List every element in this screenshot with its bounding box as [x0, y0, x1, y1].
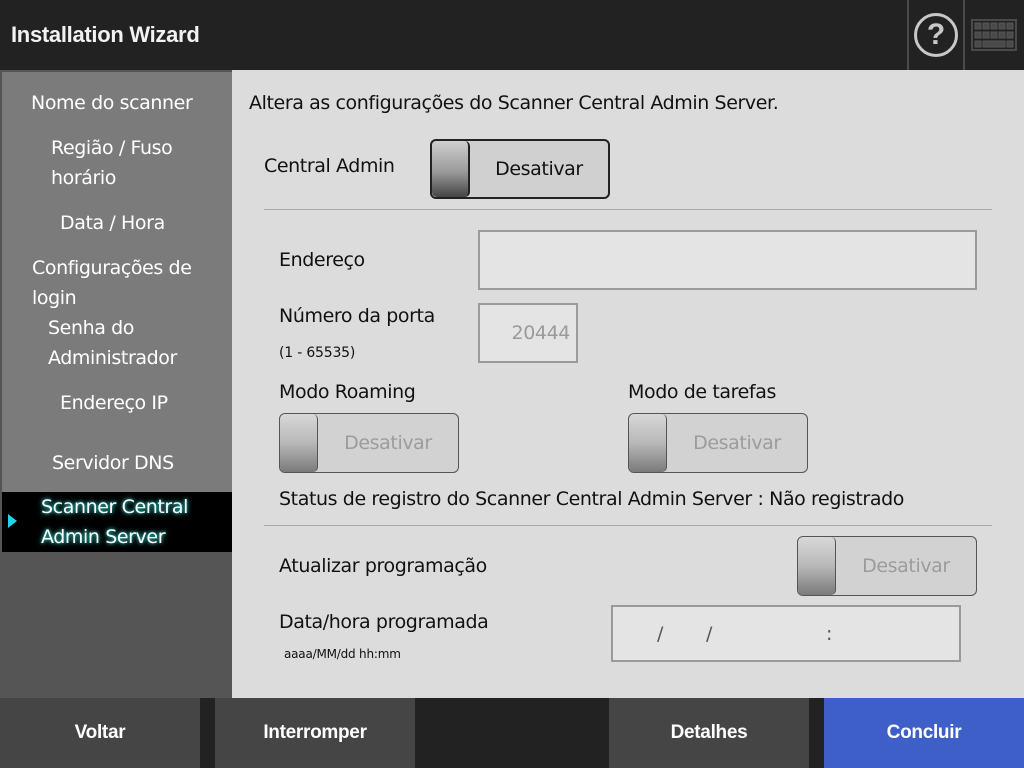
central-admin-toggle[interactable]: Desativar [430, 139, 610, 199]
port-value: 20444 [511, 322, 571, 344]
help-button[interactable]: ? [907, 0, 965, 70]
section-divider [264, 525, 992, 526]
sidebar-item-label: Configurações de [32, 257, 192, 279]
toggle-state-label: Desativar [862, 555, 950, 577]
keyboard-button[interactable] [965, 0, 1023, 70]
main-panel: Altera as configurações do Scanner Centr… [232, 70, 1024, 698]
port-range-hint: (1 - 65535) [279, 345, 356, 361]
sidebar-item-label: Região / Fuso [51, 137, 173, 159]
toggle-state-label: Desativar [495, 158, 583, 180]
sidebar-item-admin-password[interactable]: Senha do Administrador [48, 313, 177, 373]
sidebar-steps: Nome do scanner Região / Fuso horário Dat… [2, 72, 232, 492]
sidebar-item-label: Data / Hora [60, 212, 165, 234]
registration-status-label: Status de registro do Scanner Central Ad… [279, 488, 752, 510]
scheduled-datetime-input[interactable]: / / : [611, 605, 961, 662]
sidebar-item-label-line2: Administrador [48, 347, 177, 369]
port-label: Número da porta [279, 305, 435, 327]
details-button[interactable]: Detalhes [609, 698, 809, 768]
address-input[interactable] [478, 230, 977, 290]
sidebar-item-label-wrap: Scanner Central Admin Server [41, 492, 188, 552]
sidebar-item-label: Nome do scanner [31, 92, 193, 114]
title-bar: Installation Wizard ? [0, 0, 1024, 70]
window-title: Installation Wizard [11, 22, 200, 47]
sidebar-item-scanner-name[interactable]: Nome do scanner [31, 88, 193, 118]
task-mode-toggle[interactable]: Desativar [628, 413, 808, 473]
registration-status: Status de registro do Scanner Central Ad… [279, 488, 904, 510]
date-separator: / [657, 623, 664, 645]
section-divider [264, 209, 992, 210]
address-label: Endereço [279, 249, 365, 271]
registration-status-value: Não registrado [769, 488, 904, 510]
page-description: Altera as configurações do Scanner Centr… [249, 92, 779, 114]
toggle-knob [280, 414, 318, 472]
toggle-knob [798, 537, 836, 595]
sidebar: Nome do scanner Região / Fuso horário Dat… [0, 70, 232, 698]
keyboard-icon [971, 19, 1017, 51]
sidebar-item-label-line2: horário [51, 167, 117, 189]
date-separator: / [706, 623, 713, 645]
sidebar-item-login-settings[interactable]: Configurações de login [32, 253, 192, 313]
sidebar-item-scanner-central-admin-server[interactable]: Scanner Central Admin Server [2, 492, 232, 552]
update-schedule-label: Atualizar programação [279, 555, 487, 577]
sidebar-item-date-time[interactable]: Data / Hora [60, 208, 165, 238]
sidebar-item-label: Servidor DNS [52, 452, 174, 474]
footer-bar: Voltar Interromper Detalhes Concluir [0, 698, 1024, 768]
task-mode-label: Modo de tarefas [628, 381, 776, 403]
sidebar-item-ip-address[interactable]: Endereço IP [60, 388, 168, 418]
time-separator: : [826, 623, 833, 645]
current-step-arrow-icon [8, 514, 17, 528]
toggle-knob [629, 414, 667, 472]
toggle-state-label: Desativar [693, 432, 781, 454]
sidebar-item-label: Endereço IP [60, 392, 168, 414]
back-button[interactable]: Voltar [0, 698, 200, 768]
sidebar-item-region-timezone[interactable]: Região / Fuso horário [51, 133, 173, 193]
roaming-mode-label: Modo Roaming [279, 381, 416, 403]
sidebar-item-label-line2: Admin Server [41, 526, 166, 548]
sidebar-item-label: Senha do [48, 317, 135, 339]
port-input[interactable]: 20444 [478, 303, 578, 363]
roaming-mode-toggle[interactable]: Desativar [279, 413, 459, 473]
sidebar-item-label-line2: login [32, 287, 77, 309]
scheduled-datetime-format-hint: aaaa/MM/dd hh:mm [284, 647, 401, 661]
question-circle-icon: ? [914, 13, 958, 57]
toggle-knob [432, 141, 470, 197]
abort-button[interactable]: Interromper [215, 698, 415, 768]
registration-status-separator: : [757, 488, 764, 510]
central-admin-label: Central Admin [264, 155, 395, 177]
update-schedule-toggle[interactable]: Desativar [797, 536, 977, 596]
finish-button[interactable]: Concluir [824, 698, 1024, 768]
toggle-state-label: Desativar [344, 432, 432, 454]
scheduled-datetime-label: Data/hora programada [279, 611, 489, 633]
sidebar-item-dns-server[interactable]: Servidor DNS [52, 448, 174, 478]
sidebar-item-label: Scanner Central [41, 496, 188, 518]
